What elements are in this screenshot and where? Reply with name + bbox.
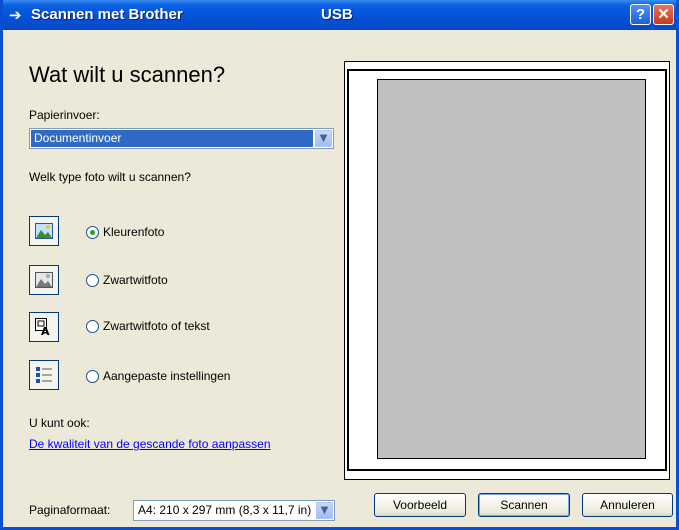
chevron-down-icon[interactable]: ▼ [316,502,333,519]
cancel-button[interactable]: Annuleren [582,493,673,517]
paper-input-select[interactable]: Documentinvoer ▼ [29,128,334,149]
custom-settings-radio[interactable] [86,370,99,383]
adjust-quality-link[interactable]: De kwaliteit van de gescande foto aanpas… [29,437,271,451]
scan-button[interactable]: Scannen [478,493,570,517]
photo-type-question: Welk type foto wilt u scannen? [29,170,191,184]
preview-scan-area[interactable] [377,79,646,459]
grayscale-photo-radio[interactable] [86,274,99,287]
color-photo-button[interactable] [29,216,59,246]
grayscale-photo-label[interactable]: Zwartwitfoto [103,273,168,287]
text-document-icon: A [35,318,50,336]
text-document-radio[interactable] [86,320,99,333]
page-size-value: A4: 210 x 297 mm (8,3 x 11,7 in) [138,503,312,517]
paper-input-label: Papierinvoer: [29,108,100,122]
page-size-select[interactable]: A4: 210 x 297 mm (8,3 x 11,7 in) ▼ [133,500,335,521]
color-photo-icon [35,223,53,239]
close-button[interactable]: ✕ [653,4,674,25]
page-title: Wat wilt u scannen? [29,62,226,87]
text-document-label[interactable]: Zwartwitfoto of tekst [103,319,210,333]
title-bar[interactable]: ➔ Scannen met Brother USB ? ✕ [3,0,676,30]
preview-button[interactable]: Voorbeeld [374,493,466,517]
svg-text:A: A [41,325,50,336]
connection-label: USB [321,6,353,23]
grayscale-photo-icon [35,272,53,288]
custom-settings-icon [36,367,52,383]
paper-input-value: Documentinvoer [31,130,313,147]
custom-settings-button[interactable] [29,360,59,390]
scan-dialog: ➔ Scannen met Brother USB ? ✕ Wat wilt u… [0,0,679,530]
scanner-arrow-icon: ➔ [9,6,22,24]
also-label: U kunt ook: [29,416,90,430]
window-title: Scannen met Brother [31,6,183,23]
color-photo-label[interactable]: Kleurenfoto [103,225,164,239]
custom-settings-label[interactable]: Aangepaste instellingen [103,369,230,383]
text-document-button[interactable]: A [29,312,59,342]
color-photo-radio[interactable] [86,226,99,239]
grayscale-photo-button[interactable] [29,265,59,295]
page-size-label: Paginaformaat: [29,503,111,517]
help-button[interactable]: ? [630,4,651,25]
chevron-down-icon[interactable]: ▼ [315,130,332,147]
